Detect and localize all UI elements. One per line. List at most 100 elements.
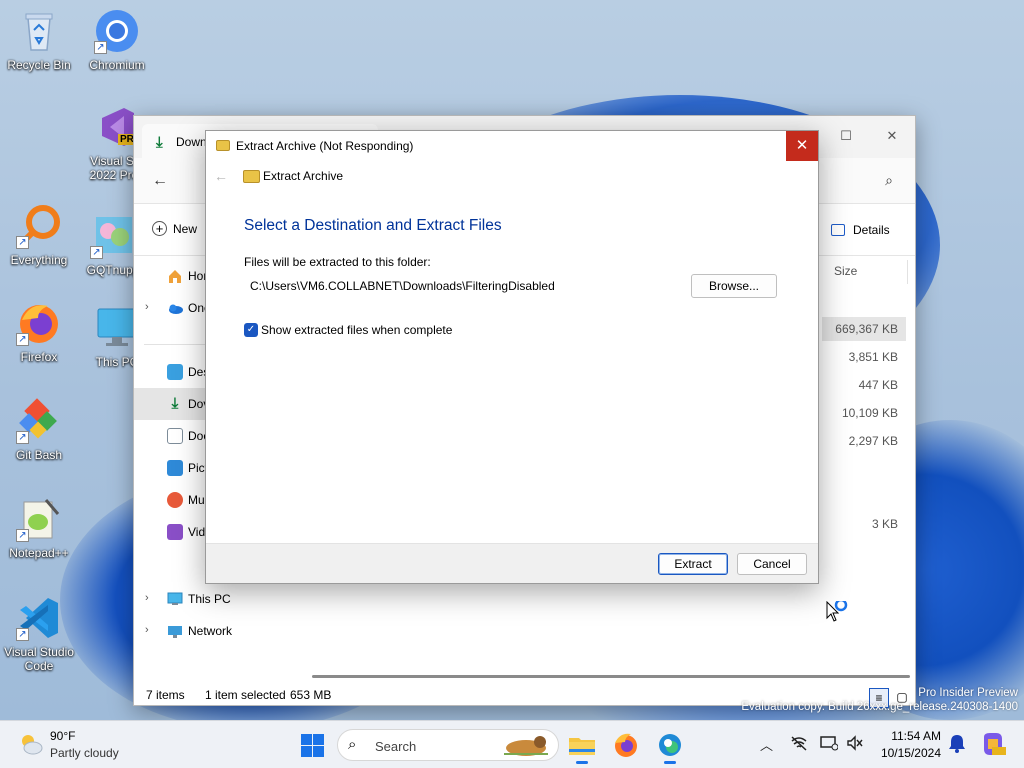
checkmark-icon: ✓	[246, 324, 256, 335]
new-button[interactable]: + New	[152, 221, 197, 236]
taskbar-firefox[interactable]	[610, 729, 642, 761]
videos-icon	[167, 524, 183, 540]
shortcut-arrow-icon: ↗	[16, 529, 29, 542]
vscode-icon: ↗	[16, 595, 62, 641]
file-size-cell[interactable]: 3 KB	[822, 512, 906, 536]
new-button-label: New	[173, 222, 198, 236]
edge-icon	[659, 734, 681, 756]
nav-item-this-pc[interactable]: › This PC	[134, 583, 294, 615]
documents-icon	[167, 428, 183, 444]
explorer-tab-title: Down	[176, 135, 207, 149]
desktop-icon-label: Recycle Bin	[7, 58, 71, 72]
dialog-wizard-nav: ← Extract Archive	[206, 161, 818, 191]
partly-cloudy-icon[interactable]	[18, 732, 44, 756]
close-button[interactable]: ✕	[786, 131, 818, 161]
extract-button[interactable]: Extract	[658, 553, 728, 575]
dialog-titlebar[interactable]: Extract Archive (Not Responding) ✕	[206, 131, 818, 161]
taskbar-search-box[interactable]: ⌕ Search	[337, 729, 559, 761]
dialog-title: Extract Archive (Not Responding)	[236, 139, 414, 153]
nav-item-label: Vid	[188, 525, 206, 539]
search-highlight-icon	[496, 730, 556, 760]
clock-time[interactable]: 11:54 AM	[876, 729, 941, 743]
desktop-icon-everything[interactable]: ↗ Everything	[0, 203, 78, 267]
download-icon: ⤓	[156, 134, 163, 151]
desktop-icon-label: Visual Studio Code	[0, 645, 78, 673]
notepad-plus-plus-icon: ↗	[16, 496, 62, 542]
status-item-count: 7 items	[146, 688, 185, 702]
column-header-size[interactable]: Size	[834, 264, 857, 278]
desktop-icon-vscode[interactable]: ↗ Visual Studio Code	[0, 595, 78, 673]
search-placeholder: Search	[375, 739, 417, 754]
taskbar-edge[interactable]	[654, 729, 686, 764]
desktop-folder-icon	[167, 364, 183, 380]
shortcut-arrow-icon: ↗	[16, 628, 29, 641]
music-icon	[167, 492, 183, 508]
chevron-up-icon[interactable]: ︿	[760, 735, 773, 754]
notification-bell-icon[interactable]	[948, 733, 966, 756]
chevron-right-icon[interactable]: ›	[145, 624, 149, 636]
details-button[interactable]: Details	[831, 223, 890, 237]
nav-item-label: Network	[188, 624, 233, 638]
nav-item-network[interactable]: › Network	[134, 615, 294, 647]
desktop-icon-notepad-plus-plus[interactable]: ↗ Notepad++	[0, 496, 78, 560]
wizard-title: Extract Archive	[263, 169, 344, 183]
gqtnupp-icon: ↗	[90, 213, 136, 259]
details-button-label: Details	[853, 223, 890, 237]
taskbar-file-explorer[interactable]	[566, 729, 598, 764]
recycle-bin-icon	[16, 8, 62, 54]
chevron-right-icon[interactable]: ›	[145, 592, 149, 604]
zip-folder-icon	[243, 170, 260, 183]
desktop-icon-chromium[interactable]: ↗ Chromium	[78, 8, 156, 72]
show-files-checkbox[interactable]: ✓	[244, 323, 258, 337]
dialog-footer: Extract Cancel	[206, 543, 818, 583]
desktop-icon-firefox[interactable]: ↗ Firefox	[0, 300, 78, 364]
back-arrow-icon[interactable]: ←	[214, 168, 228, 184]
shortcut-arrow-icon: ↗	[16, 236, 29, 249]
browse-button[interactable]: Browse...	[691, 274, 777, 298]
search-icon: ⌕	[348, 736, 357, 753]
file-size-cell[interactable]: 447 KB	[822, 373, 906, 397]
copilot-pre-icon[interactable]	[980, 731, 1006, 760]
desktop-icon-label: Firefox	[20, 350, 58, 364]
close-icon[interactable]: ✕	[872, 124, 912, 148]
desktop-icon-label-line: Code	[24, 659, 54, 673]
extract-archive-dialog[interactable]: Extract Archive (Not Responding) ✕ ← Ext…	[205, 130, 819, 584]
chevron-right-icon[interactable]: ›	[145, 301, 149, 313]
desktop-icon-git-bash[interactable]: ↗ Git Bash	[0, 398, 78, 462]
cancel-button[interactable]: Cancel	[737, 553, 807, 575]
destination-label: Files will be extracted to this folder:	[244, 255, 431, 269]
maximize-icon[interactable]: ☐	[826, 124, 866, 148]
destination-path: C:\Users\VM6.COLLABNET\Downloads\Filteri…	[250, 279, 555, 293]
weather-description[interactable]: Partly cloudy	[50, 746, 119, 760]
file-size-cell[interactable]: 3,851 KB	[822, 345, 906, 369]
search-icon[interactable]: ⌕	[885, 172, 893, 189]
taskbar: 90°F Partly cloudy ⌕ Search ︿ 11:54 AM 1…	[0, 720, 1024, 768]
desktop-icon-label: Chromium	[89, 58, 145, 72]
weather-temperature[interactable]: 90°F	[50, 729, 75, 743]
file-size-cell[interactable]: 669,367 KB	[822, 317, 906, 341]
show-files-checkbox-label[interactable]: Show extracted files when complete	[261, 323, 452, 337]
desktop-icon-recycle-bin[interactable]: Recycle Bin	[0, 8, 78, 72]
firefox-icon: ↗	[16, 300, 62, 346]
file-size-cell[interactable]: 10,109 KB	[822, 401, 906, 425]
busy-cursor-icon	[826, 598, 852, 630]
clock-date[interactable]: 10/15/2024	[868, 746, 941, 760]
onedrive-icon	[167, 300, 183, 316]
display-icon[interactable]	[820, 735, 839, 754]
shortcut-arrow-icon: ↗	[16, 431, 29, 444]
git-bash-icon: ↗	[16, 398, 62, 444]
volume-muted-icon[interactable]	[846, 735, 864, 754]
nav-item-label: Mu	[188, 493, 205, 507]
file-size-cell[interactable]: 2,297 KB	[822, 429, 906, 453]
horizontal-scrollbar[interactable]	[312, 675, 910, 678]
network-offline-icon[interactable]	[790, 735, 808, 754]
shortcut-arrow-icon: ↗	[94, 41, 107, 54]
watermark-line: Pro Insider Preview	[918, 687, 1018, 699]
shortcut-arrow-icon: ↗	[16, 333, 29, 346]
desktop-icon-label: Everything	[10, 253, 68, 267]
column-divider[interactable]	[907, 260, 908, 284]
desktop-icon-label: Notepad++	[9, 546, 69, 560]
desktop-icon-label-line: Visual Studio	[4, 645, 74, 659]
start-button[interactable]	[301, 734, 325, 758]
back-arrow-icon[interactable]: ←	[152, 172, 168, 190]
